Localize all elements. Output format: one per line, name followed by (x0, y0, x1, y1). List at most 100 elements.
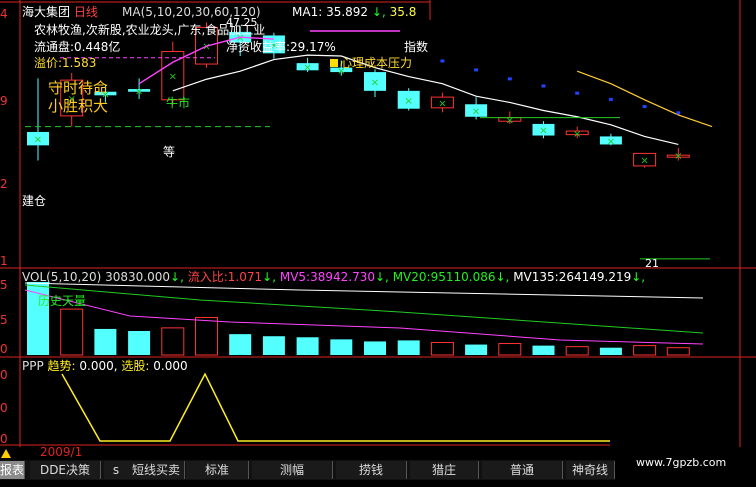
volume-header: VOL(5,10,20) 30830.000↓, 流入比:1.071↓, MV5… (22, 271, 645, 284)
tab-money[interactable]: 捞钱 (336, 461, 407, 479)
build-position-label: 建仓 (22, 194, 47, 208)
motto-line-1: 守时待命 (48, 79, 109, 97)
price-axis-label: 9 (0, 94, 8, 108)
tab-report[interactable]: 报表 (0, 461, 25, 479)
mv20-line (24, 284, 704, 334)
tab-measure[interactable]: 测幅 (252, 461, 333, 479)
trend-label: 趋势: (47, 359, 76, 373)
pressure-square-icon (330, 59, 338, 67)
ma1-value: 35.892 (326, 5, 369, 19)
roe-label: 净资收益率: (226, 40, 291, 54)
pressure-dot (440, 59, 445, 63)
pressure-dot (642, 105, 647, 109)
volume-bar (229, 334, 252, 355)
float-value: 0.448亿 (74, 40, 121, 54)
record-volume-label: 历史天量 (38, 294, 87, 308)
candle-mark: × (674, 151, 682, 162)
volume-bar (498, 343, 522, 356)
pressure-dot (541, 84, 546, 88)
ppp-axis-label: 0 (0, 368, 8, 382)
select-value: 0.000 (153, 359, 188, 373)
candle-mark: × (34, 135, 42, 146)
volume-bar (128, 331, 151, 355)
candle-mark: × (169, 72, 177, 83)
stock-title-line: 海大集团 日线 (22, 6, 98, 19)
tab-short-trade[interactable]: 短线买卖 (128, 461, 185, 479)
volume-bar (465, 344, 488, 355)
inflow-value: 1.071 (227, 270, 263, 284)
tab-standard[interactable]: 标准 (186, 461, 249, 479)
tab-magic-line[interactable]: 神奇线 (566, 461, 615, 479)
candle-mark: × (506, 115, 514, 126)
mv135-arrow: ↓, (631, 270, 646, 284)
scroll-marker-icon[interactable] (1, 449, 11, 458)
mv135-line (24, 282, 704, 299)
vol-prefix: VOL(5,10,20) (22, 270, 102, 284)
motto-line-2: 小胜积大 (48, 97, 109, 115)
volume-bar (633, 345, 657, 356)
mv5-value: 38942.730 (310, 270, 375, 284)
candle-mark: × (607, 136, 615, 147)
vol-arrow: ↓, (170, 270, 184, 284)
mv20-label: MV20: (392, 270, 431, 284)
ppp-axis-label: 0 (0, 432, 8, 446)
tab-hunt[interactable]: 猎庄 (410, 461, 479, 479)
stock-chart-canvas: ×× × ×××××× ××× ×××× ××× × (0, 0, 756, 447)
candle-mark: × (303, 63, 311, 74)
price-axis-label: 1 (0, 254, 8, 268)
candle-mark: × (405, 96, 413, 107)
mv20-value: 95110.086 (430, 270, 496, 284)
select-label: 选股: (121, 359, 150, 373)
pressure-label: 心理成本压力 (340, 56, 413, 70)
ma-long-line (576, 70, 713, 128)
price-axis-label: 4 (0, 7, 8, 21)
roe-value: 29.17% (290, 40, 336, 54)
volume-bar (296, 337, 319, 355)
tab-normal[interactable]: 普通 (482, 461, 563, 479)
tab-dde-decision[interactable]: DDE决策 (30, 461, 101, 479)
volume-panel (24, 282, 704, 356)
candle-mark: × (135, 86, 143, 97)
volume-bar (94, 328, 117, 355)
volume-bar (397, 340, 420, 355)
volume-bar (60, 308, 84, 356)
candle-mark: × (640, 156, 648, 167)
mv20-arrow: ↓, (495, 270, 510, 284)
pressure-dot (507, 77, 512, 81)
inflow-label: 流入比: (187, 270, 228, 284)
volume-axis-label: 0 (0, 342, 8, 356)
ma2-value: 35.8 (389, 5, 417, 19)
volume-bar (262, 336, 285, 355)
mv135-label: MV135: (513, 270, 559, 284)
bull-market-label: 牛市 (166, 96, 191, 110)
volume-bar (565, 346, 589, 356)
wait-label: 等 (163, 145, 176, 159)
candle-mark: × (539, 126, 547, 137)
pressure-dot (474, 68, 479, 72)
volume-bar (532, 345, 555, 355)
mv5-arrow: ↓, (375, 270, 389, 284)
float-label: 流通盘: (34, 40, 75, 54)
ma1-readout: MA1: 35.892 ↓, 35.8 (292, 6, 416, 19)
volume-bar (330, 339, 353, 355)
index-label: 指数 (404, 40, 429, 54)
premium: 溢价:1.583 (34, 57, 96, 70)
year-label: 2009/1 (40, 445, 83, 459)
vol-value: 30830.000 (105, 270, 171, 284)
pressure-legend: 心理成本压力 (330, 57, 412, 70)
tab-s[interactable]: s (104, 461, 129, 479)
volume-axis-label: 5 (0, 278, 8, 292)
trend-line (61, 372, 610, 442)
pressure-dot (608, 97, 613, 101)
volume-bar (666, 347, 690, 356)
trend-value: 0.000, (79, 359, 118, 373)
mv5-label: MV5: (279, 270, 311, 284)
price-axis-label: 2 (0, 177, 8, 191)
volume-bar (161, 327, 185, 356)
ppp-panel (61, 372, 610, 442)
pressure-dot (676, 111, 681, 115)
float-shares: 流通盘:0.448亿 (34, 41, 120, 54)
volume-bar (195, 316, 218, 356)
premium-value: 1.583 (62, 56, 97, 70)
ppp-header: PPP 趋势: 0.000, 选股: 0.000 (22, 360, 188, 373)
